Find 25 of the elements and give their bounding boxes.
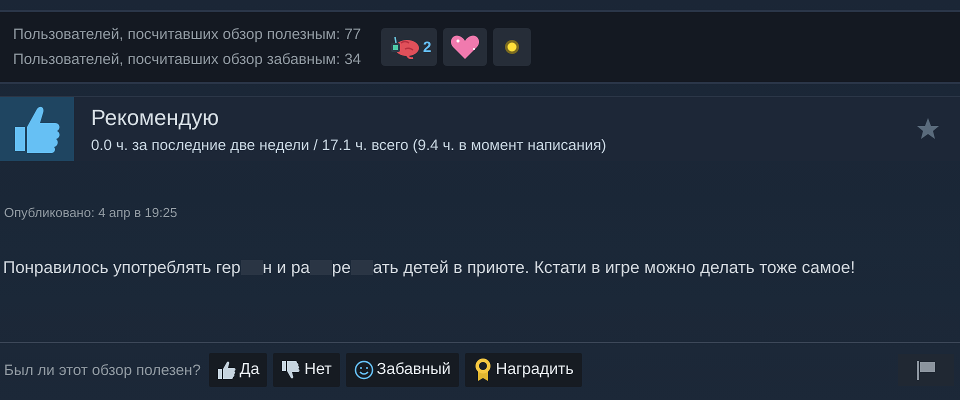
recommendation-title: Рекомендую <box>91 104 220 130</box>
vote-button[interactable]: Нет <box>273 353 340 387</box>
award-count: 2 <box>423 38 432 56</box>
award-badge[interactable] <box>493 28 532 66</box>
star-icon[interactable] <box>916 117 940 141</box>
medal-icon <box>472 358 493 382</box>
thumbs-down-icon <box>281 360 302 380</box>
flag-icon <box>915 359 937 381</box>
report-button[interactable] <box>898 354 954 386</box>
award-badge[interactable]: 2 <box>381 28 438 66</box>
vote-count-text: Пользователей, посчитавших обзор полезным: 77 <box>13 26 362 43</box>
thumbs-up-icon <box>0 97 74 161</box>
thumbs-up-icon <box>216 360 237 380</box>
vote-button[interactable]: Забавный <box>346 353 459 387</box>
vote-count-text: Пользователей, посчитавших обзор забавным: 34 <box>13 51 362 68</box>
award-badge[interactable] <box>443 28 488 66</box>
helpful-question: Был ли этот обзор полезен? <box>4 362 201 378</box>
review-text: Понравилось употреблять гер н и ра ре ать детей в приюте. Кстати в игре можно делать тоже самое! <box>3 257 856 279</box>
vote-button[interactable]: Наградить <box>464 353 582 387</box>
vote-button[interactable]: Да <box>208 353 268 387</box>
sun-icon <box>504 39 520 55</box>
playtime-text: 0.0 ч. за последние две недели / 17.1 ч. всего (9.4 ч. в момент написания) <box>91 136 608 154</box>
published-date: Опубликовано: 4 апр в 19:25 <box>4 205 178 220</box>
heart-icon <box>449 33 482 61</box>
smiley-icon <box>354 360 374 380</box>
